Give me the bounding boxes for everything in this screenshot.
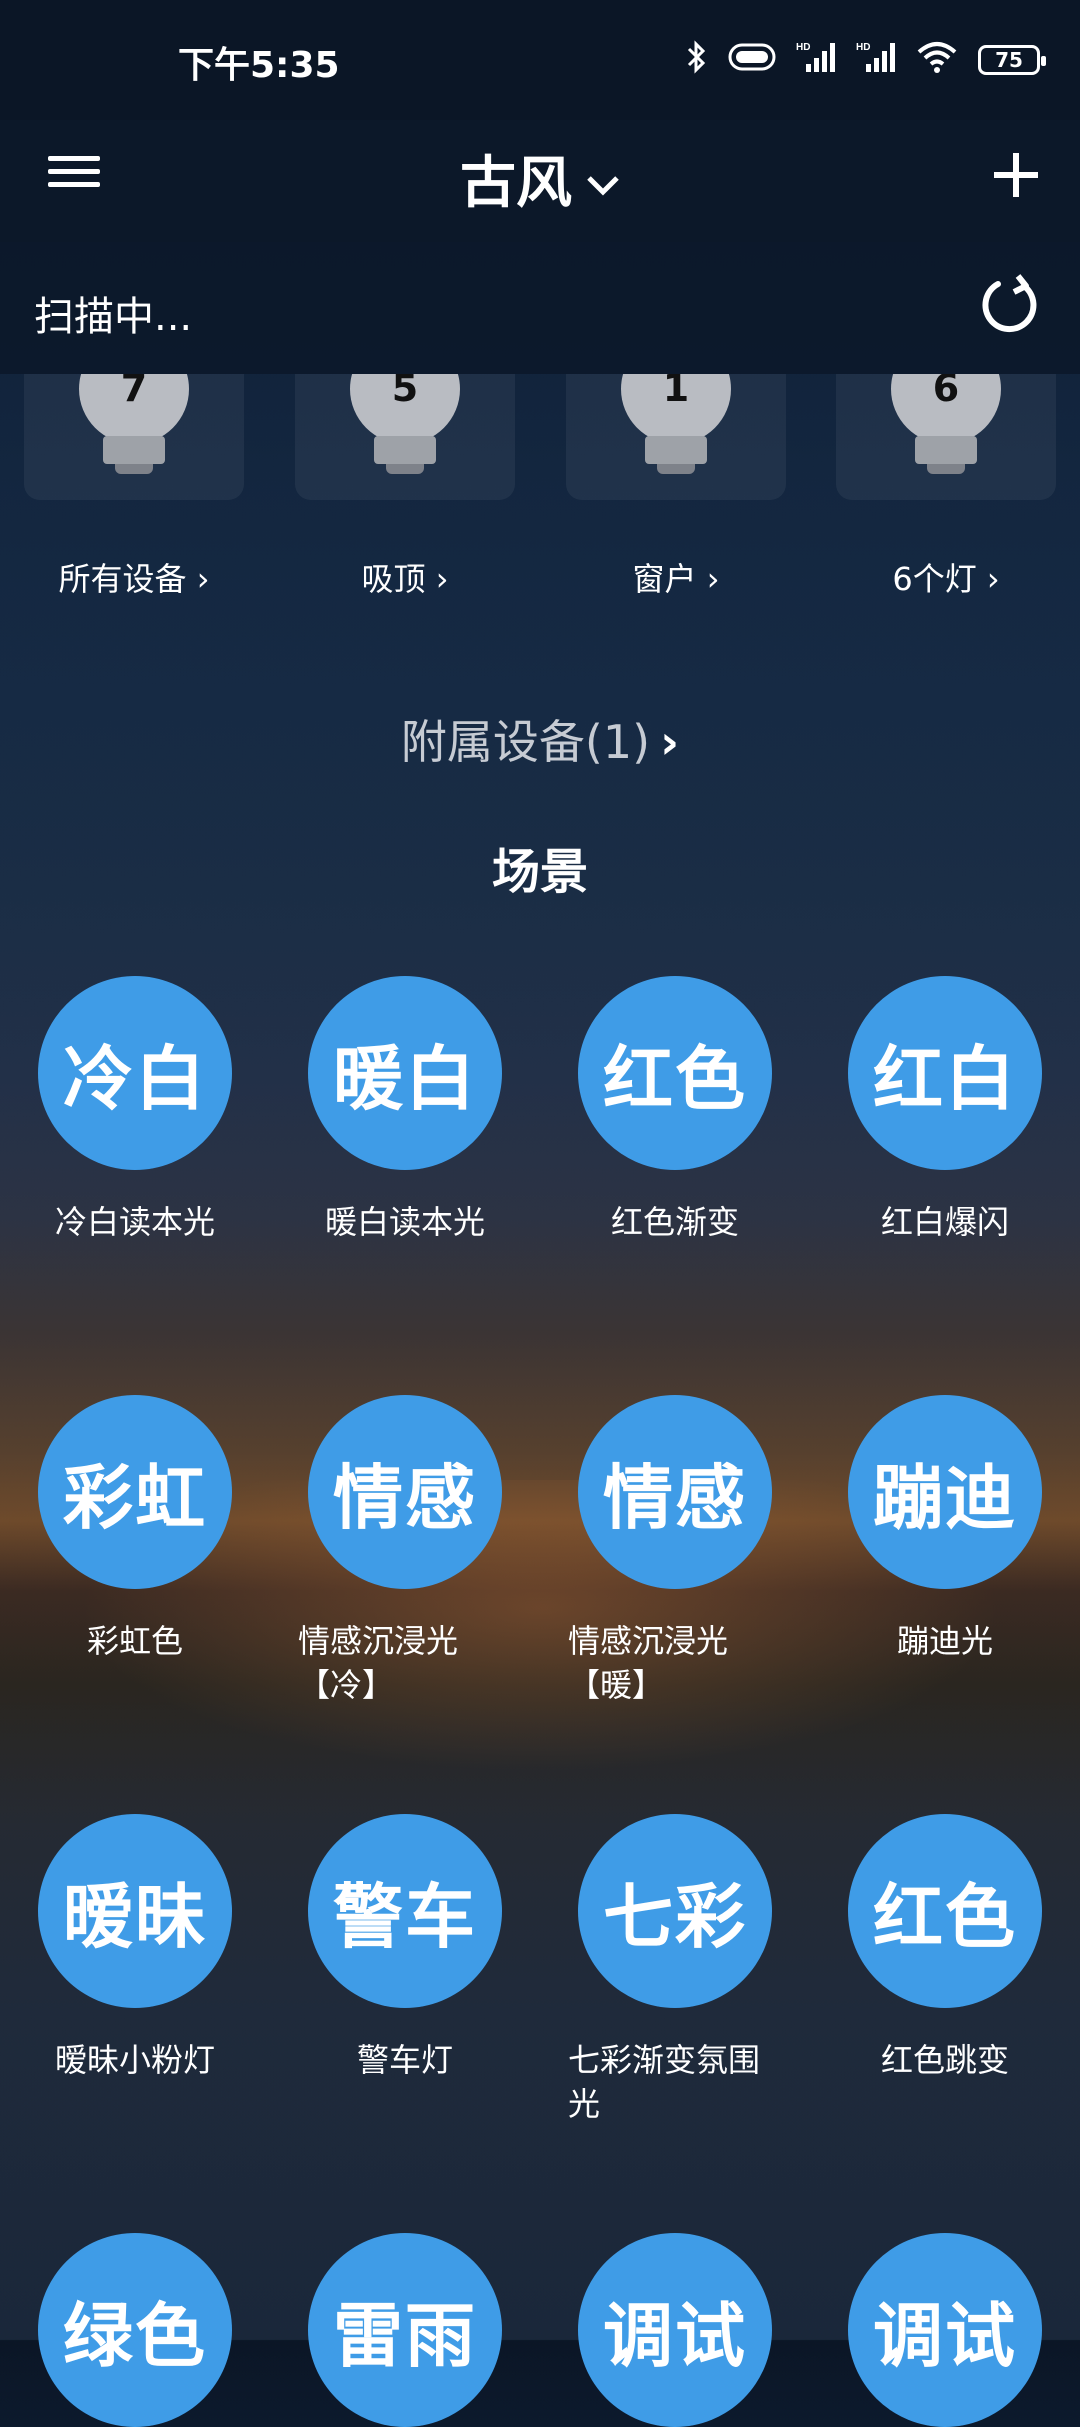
bulb-base [645,436,707,474]
battery-icon: 75 [978,45,1046,75]
group-tile[interactable]: 5 [295,374,515,500]
scene-label: 红色跳变 [880,2041,1009,2079]
wifi-icon [916,40,958,80]
scene-button[interactable]: 七彩 [578,1814,772,2008]
group-count: 6 [932,374,960,410]
scene-label: 情感沉浸光【冷】 [298,1622,459,1704]
scene-label: 蹦迪光 [896,1622,993,1660]
plus-icon [994,153,1038,197]
status-time: 下午5:35 [178,45,340,86]
scene-item[interactable]: 红色 红色跳变 [810,1814,1080,2082]
scene-item[interactable]: 七彩 七彩渐变氛围光 [540,1814,810,2126]
scene-button[interactable]: 红色 [578,976,772,1170]
scene-label: 七彩渐变氛围光 [568,2041,761,2123]
chevron-right-icon: › [435,560,449,598]
group-label[interactable]: 6个灯 › [836,554,1056,600]
scene-item[interactable]: 暖白 暖白读本光 [270,976,540,1244]
scene-item[interactable]: 调试 [540,2233,810,2427]
vibrate-icon [728,42,776,78]
scene-item[interactable]: 冷白 冷白读本光 [0,976,270,1244]
group-ceiling[interactable]: 5 吸顶 › [295,374,515,600]
refresh-icon[interactable] [978,272,1042,336]
scene-button[interactable]: 暖白 [308,976,502,1170]
page-title: 古风 [460,151,572,216]
group-window[interactable]: 1 窗户 › [566,374,786,600]
group-label[interactable]: 所有设备 › [24,554,244,600]
group-label[interactable]: 窗户 › [566,554,786,600]
app-bar: 古风 [0,120,1080,242]
scene-item[interactable]: 情感 情感沉浸光【冷】 [270,1395,540,1707]
status-bar: 下午5:35 HD HD 75 [0,0,1080,120]
scene-label: 冷白读本光 [54,1203,215,1241]
group-count: 5 [391,374,419,410]
scene-button[interactable]: 情感 [308,1395,502,1589]
scene-label: 暖白读本光 [324,1203,485,1241]
scene-button[interactable]: 调试 [848,2233,1042,2427]
group-six-lights[interactable]: 6 6个灯 › [836,374,1056,600]
scene-item[interactable]: 警车 警车灯 [270,1814,540,2082]
group-tile[interactable]: 6 [836,374,1056,500]
group-label[interactable]: 吸顶 › [295,554,515,600]
add-button[interactable] [994,138,1038,208]
chevron-right-icon: › [706,560,720,598]
attached-devices-label: 附属设备(1) [400,715,651,769]
scene-item[interactable]: 蹦迪 蹦迪光 [810,1395,1080,1663]
svg-text:HD: HD [796,42,810,53]
scene-button[interactable]: 冷白 [38,976,232,1170]
chevron-right-icon: › [986,560,1000,598]
scene-button[interactable]: 情感 [578,1395,772,1589]
scene-button[interactable]: 蹦迪 [848,1395,1042,1589]
scene-item[interactable]: 彩虹 彩虹色 [0,1395,270,1663]
signal-hd-icon: HD [796,40,836,80]
scene-button[interactable]: 彩虹 [38,1395,232,1589]
bluetooth-icon [686,40,708,80]
group-count: 7 [120,374,148,410]
scene-label: 红白爆闪 [880,1203,1009,1241]
svg-text:HD: HD [856,42,870,53]
scene-label: 红色渐变 [610,1203,739,1241]
group-count: 1 [662,374,690,410]
bulb-base [915,436,977,474]
scene-button[interactable]: 绿色 [38,2233,232,2427]
chevron-right-icon: › [660,715,680,769]
scene-button[interactable]: 红白 [848,976,1042,1170]
scene-label: 警车灯 [356,2041,453,2079]
scene-item[interactable]: 调试 [810,2233,1080,2427]
scene-button[interactable]: 调试 [578,2233,772,2427]
scene-label: 彩虹色 [86,1622,183,1660]
scene-item[interactable]: 红色 红色渐变 [540,976,810,1244]
signal-hd-icon: HD [856,40,896,80]
scene-label: 暧昧小粉灯 [54,2041,215,2079]
status-icons: HD HD 75 [686,30,1046,90]
scene-button[interactable]: 暧昧 [38,1814,232,2008]
scan-status: 扫描中... [34,294,193,340]
room-selector[interactable]: 古风 [0,138,1080,219]
scan-bar: 扫描中... [0,242,1080,374]
bulb-base [103,436,165,474]
scene-item[interactable]: 暧昧 暧昧小粉灯 [0,1814,270,2082]
scene-item[interactable]: 情感 情感沉浸光【暖】 [540,1395,810,1707]
scene-item[interactable]: 绿色 [0,2233,270,2427]
chevron-down-icon [586,160,620,206]
scene-button[interactable]: 雷雨 [308,2233,502,2427]
bulb-base [374,436,436,474]
attached-devices-link[interactable]: 附属设备(1) › [0,706,1080,772]
group-tile[interactable]: 7 [24,374,244,500]
scenes-title: 场景 [491,844,588,900]
group-tile[interactable]: 1 [566,374,786,500]
device-groups: 7 所有设备 › 5 吸顶 › 1 窗户 › 6 6个灯 › [0,374,1080,598]
group-all-devices[interactable]: 7 所有设备 › [24,374,244,600]
chevron-right-icon: › [196,560,210,598]
scene-label: 情感沉浸光【暖】 [568,1622,729,1704]
battery-level: 75 [995,48,1023,72]
scene-button[interactable]: 警车 [308,1814,502,2008]
scene-button[interactable]: 红色 [848,1814,1042,2008]
scene-item[interactable]: 红白 红白爆闪 [810,976,1080,1244]
scene-item[interactable]: 雷雨 [270,2233,540,2427]
